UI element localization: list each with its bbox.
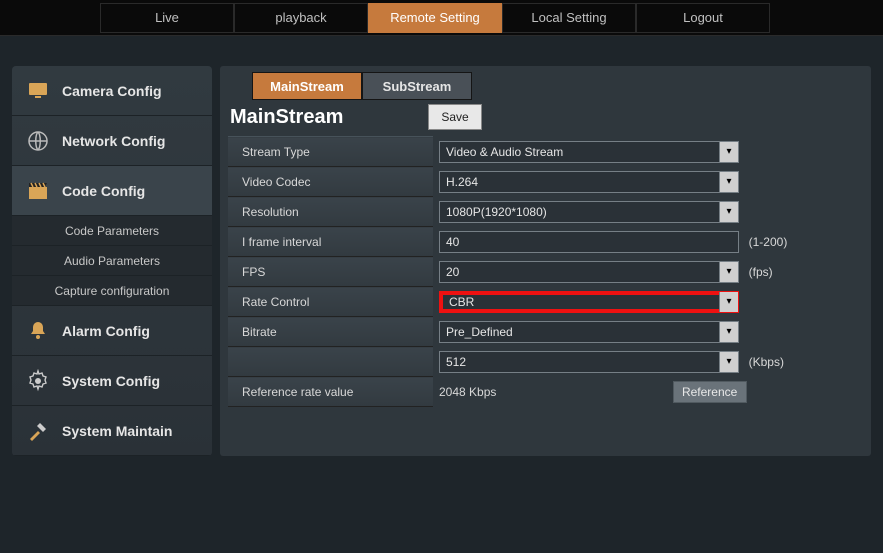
select-fps[interactable]: 20 xyxy=(439,261,739,283)
reference-value: 2048 Kbps xyxy=(439,385,589,399)
label-rate-control: Rate Control xyxy=(228,287,433,317)
select-video-codec[interactable]: H.264 xyxy=(439,171,739,193)
select-stream-type[interactable]: Video & Audio Stream xyxy=(439,141,739,163)
select-rate-control[interactable]: CBR xyxy=(439,291,739,313)
monitor-icon xyxy=(26,79,50,103)
sidebar-item-alarm-config[interactable]: Alarm Config xyxy=(12,306,212,356)
label-resolution: Resolution xyxy=(228,197,433,227)
gear-icon xyxy=(26,369,50,393)
select-bitrate-value[interactable]: 512 xyxy=(439,351,739,373)
globe-icon xyxy=(26,129,50,153)
tab-mainstream[interactable]: MainStream xyxy=(252,72,362,100)
unit-fps: (fps) xyxy=(749,265,773,279)
clapper-icon xyxy=(26,179,50,203)
page-title: MainStream xyxy=(228,106,428,129)
label-iframe: I frame interval xyxy=(228,227,433,257)
top-nav: Live playback Remote Setting Local Setti… xyxy=(0,0,883,36)
bell-icon xyxy=(26,319,50,343)
settings-table: Stream Type Video & Audio Stream Video C… xyxy=(228,136,863,407)
tab-remote-setting[interactable]: Remote Setting xyxy=(368,3,502,33)
sidebar-item-label: System Config xyxy=(62,373,160,389)
select-bitrate-mode[interactable]: Pre_Defined xyxy=(439,321,739,343)
sidebar-item-label: Code Config xyxy=(62,183,145,199)
tab-logout[interactable]: Logout xyxy=(636,3,770,33)
reference-button[interactable]: Reference xyxy=(673,381,747,403)
label-stream-type: Stream Type xyxy=(228,137,433,167)
sidebar-item-system-maintain[interactable]: System Maintain xyxy=(12,406,212,456)
unit-bitrate: (Kbps) xyxy=(749,355,784,369)
sidebar-item-label: Network Config xyxy=(62,133,165,149)
tab-playback[interactable]: playback xyxy=(234,3,368,33)
tab-substream[interactable]: SubStream xyxy=(362,72,472,100)
main-panel: MainStream SubStream MainStream Save Str… xyxy=(220,66,871,456)
sidebar-item-label: Camera Config xyxy=(62,83,162,99)
sidebar: Camera Config Network Config Code Config… xyxy=(12,66,212,456)
label-bitrate: Bitrate xyxy=(228,317,433,347)
sidebar-item-code-config[interactable]: Code Config xyxy=(12,166,212,216)
label-fps: FPS xyxy=(228,257,433,287)
sidebar-sub-capture-configuration[interactable]: Capture configuration xyxy=(12,276,212,306)
sidebar-item-label: Alarm Config xyxy=(62,323,150,339)
sidebar-item-label: System Maintain xyxy=(62,423,172,439)
tab-live[interactable]: Live xyxy=(100,3,234,33)
hint-iframe: (1-200) xyxy=(749,235,788,249)
tools-icon xyxy=(26,419,50,443)
save-button[interactable]: Save xyxy=(428,104,482,130)
select-resolution[interactable]: 1080P(1920*1080) xyxy=(439,201,739,223)
sidebar-sub-audio-parameters[interactable]: Audio Parameters xyxy=(12,246,212,276)
sidebar-item-camera-config[interactable]: Camera Config xyxy=(12,66,212,116)
sidebar-item-system-config[interactable]: System Config xyxy=(12,356,212,406)
label-video-codec: Video Codec xyxy=(228,167,433,197)
sidebar-item-network-config[interactable]: Network Config xyxy=(12,116,212,166)
input-iframe[interactable] xyxy=(439,231,739,253)
tab-local-setting[interactable]: Local Setting xyxy=(502,3,636,33)
label-bitrate-value xyxy=(228,347,433,377)
label-reference: Reference rate value xyxy=(228,377,433,407)
sidebar-sub-code-parameters[interactable]: Code Parameters xyxy=(12,216,212,246)
